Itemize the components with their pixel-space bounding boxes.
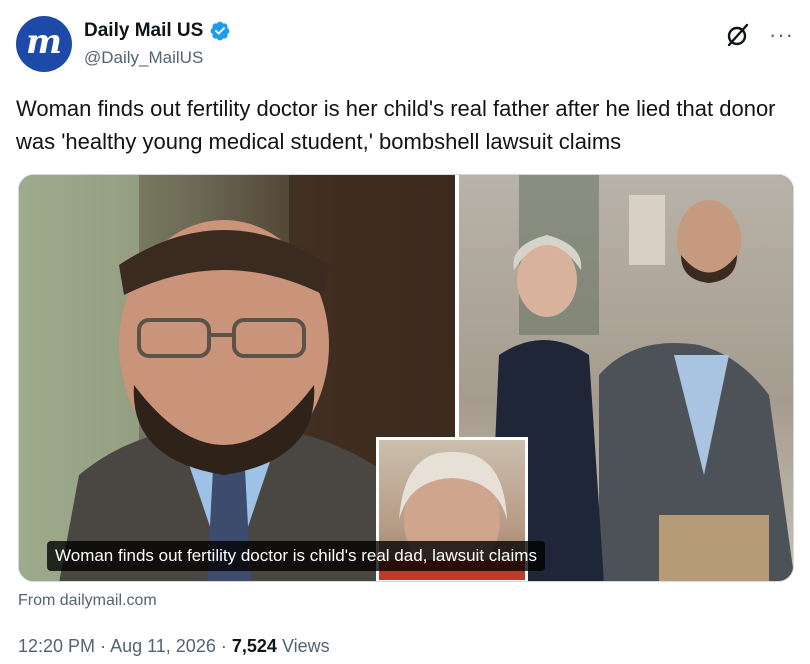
- tweet-text: Woman finds out fertility doctor is her …: [16, 96, 776, 154]
- link-source[interactable]: From dailymail.com: [18, 592, 157, 610]
- author-handle[interactable]: @Daily_MailUS: [84, 48, 231, 68]
- meta-separator: ·: [100, 636, 107, 656]
- views-count: 7,524: [231, 636, 277, 656]
- views-label: Views: [281, 636, 330, 656]
- media-caption: Woman finds out fertility doctor is chil…: [47, 541, 545, 571]
- display-name[interactable]: Daily Mail US: [84, 20, 203, 42]
- verified-badge-icon: [210, 21, 230, 41]
- author-names: Daily Mail US @Daily_MailUS: [84, 20, 231, 68]
- grok-icon[interactable]: [725, 22, 751, 48]
- tweet-time[interactable]: 12:20 PM: [18, 636, 95, 656]
- meta-separator: ·: [220, 636, 227, 656]
- tweet-meta: 12:20 PM · Aug 11, 2026 · 7,524 Views: [18, 636, 330, 657]
- tweet-header: m Daily Mail US @Daily_MailUS ···: [16, 12, 794, 74]
- header-actions: ···: [725, 22, 794, 48]
- more-options-icon[interactable]: ···: [769, 24, 794, 46]
- tweet-date[interactable]: Aug 11, 2026: [110, 636, 216, 656]
- avatar[interactable]: m: [16, 16, 72, 72]
- display-name-row: Daily Mail US: [84, 20, 231, 42]
- tweet-media-image[interactable]: Woman finds out fertility doctor is chil…: [18, 174, 794, 582]
- avatar-logo: m: [26, 22, 62, 62]
